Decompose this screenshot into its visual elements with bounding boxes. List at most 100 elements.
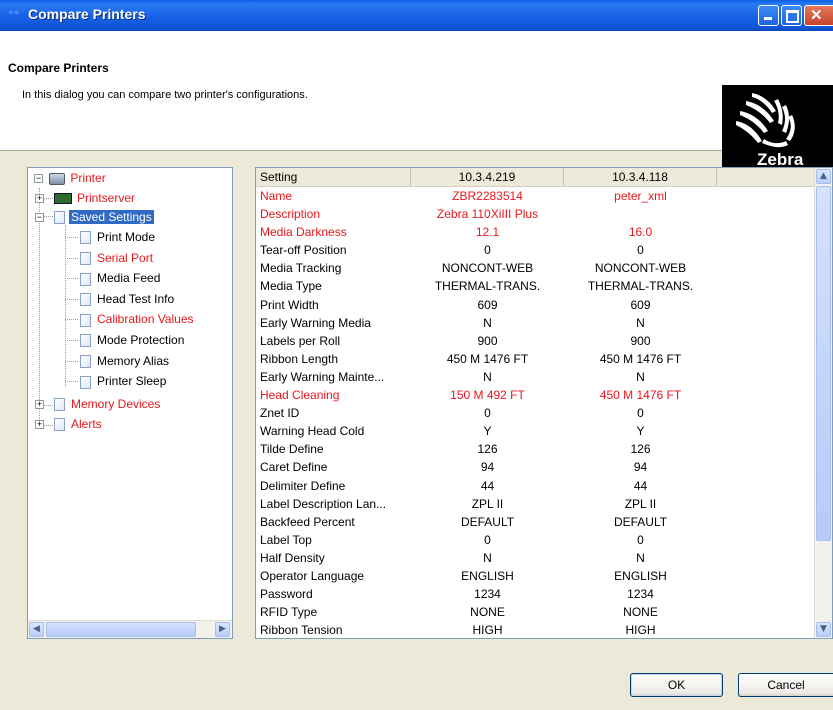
setting-name-cell: Media Type — [260, 279, 322, 294]
tree-item-child[interactable]: Mode Protection — [65, 331, 186, 349]
table-row[interactable]: Delimiter Define 44 44 — [256, 477, 816, 495]
maximize-button[interactable] — [781, 5, 802, 26]
document-icon — [80, 251, 91, 265]
table-row[interactable]: Head Cleaning 150 M 492 FT 450 M 1476 FT — [256, 386, 816, 404]
column-header-setting[interactable]: Setting — [256, 168, 411, 186]
table-row[interactable]: Tear-off Position 0 0 — [256, 241, 816, 259]
tree-item-child[interactable]: Memory Alias — [65, 352, 171, 370]
setting-name-cell: Media Darkness — [260, 225, 347, 240]
setting-name-cell: Early Warning Mainte... — [260, 369, 385, 384]
setting-name-cell: Tear-off Position — [260, 243, 347, 258]
expand-icon[interactable]: + — [35, 400, 44, 409]
table-row[interactable]: RFID Type NONE NONE — [256, 603, 816, 621]
document-icon — [54, 211, 65, 225]
printer-b-value-cell: HIGH — [625, 623, 656, 638]
table-row[interactable]: Znet ID 0 0 — [256, 404, 816, 422]
tree-item-child[interactable]: Media Feed — [65, 269, 162, 287]
tree-item-child[interactable]: Calibration Values — [65, 310, 196, 328]
expand-icon[interactable]: + — [35, 194, 44, 203]
table-row[interactable]: Labels per Roll 900 900 — [256, 332, 816, 350]
document-icon — [80, 231, 91, 245]
title-bar[interactable]: ◦◦ Compare Printers ✕ — [0, 0, 833, 31]
scroll-down-button[interactable]: ▼ — [816, 622, 831, 637]
column-header-printer-a[interactable]: 10.3.4.219 — [411, 168, 564, 186]
table-row[interactable]: Ribbon Tension HIGH HIGH — [256, 621, 816, 638]
table-row[interactable]: Half Density N N — [256, 549, 816, 567]
printer-b-value-cell: N — [636, 369, 645, 384]
table-row[interactable]: Backfeed Percent DEFAULT DEFAULT — [256, 513, 816, 531]
collapse-icon[interactable]: − — [34, 174, 43, 183]
tree-item-label: Mode Protection — [97, 333, 185, 347]
tree-item-printer[interactable]: − Printer — [32, 169, 108, 187]
printer-tree[interactable]: − Printer + Printserver − Saved Settings… — [27, 167, 233, 639]
printer-b-value-cell: 1234 — [627, 587, 654, 602]
printserver-icon — [54, 193, 72, 205]
tree-item-memory-devices[interactable]: + Memory Devices — [35, 395, 162, 413]
setting-name-cell: Early Warning Media — [260, 315, 371, 330]
scroll-up-button[interactable]: ▲ — [816, 169, 831, 184]
setting-name-cell: Warning Head Cold — [260, 424, 365, 439]
table-vertical-scrollbar[interactable]: ▲ ▼ — [814, 168, 832, 638]
tree-item-child[interactable]: Printer Sleep — [65, 372, 168, 390]
printer-a-value-cell: 94 — [480, 460, 495, 475]
setting-name-cell: Operator Language — [260, 568, 365, 583]
collapse-icon[interactable]: − — [35, 213, 44, 222]
tree-horizontal-scrollbar[interactable]: ◀ ▶ — [28, 620, 232, 638]
zebra-logo: Zebra — [722, 85, 833, 177]
setting-name-cell: Label Description Lan... — [260, 496, 387, 511]
setting-name-cell: Password — [260, 587, 313, 602]
column-header-empty — [717, 168, 816, 186]
tree-item-label: Media Feed — [97, 271, 161, 286]
table-row[interactable]: Operator Language ENGLISH ENGLISH — [256, 567, 816, 585]
table-row[interactable]: Early Warning Media N N — [256, 314, 816, 332]
table-row[interactable]: Tilde Define 126 126 — [256, 440, 816, 458]
printer-a-value-cell: ZBR2283514 — [452, 189, 523, 203]
printer-a-value-cell: N — [483, 550, 492, 565]
table-row[interactable]: Name ZBR2283514 peter_xml — [256, 187, 816, 205]
table-row[interactable]: Ribbon Length 450 M 1476 FT 450 M 1476 FT — [256, 350, 816, 368]
scroll-left-button[interactable]: ◀ — [29, 622, 44, 637]
printer-a-value-cell: NONCONT-WEB — [441, 261, 534, 276]
printer-a-value-cell: 0 — [484, 243, 491, 258]
setting-name-cell: Head Cleaning — [260, 388, 340, 403]
dialog-header: Compare Printers In this dialog you can … — [0, 31, 833, 177]
tree-item-printserver[interactable]: + Printserver — [35, 189, 137, 207]
printer-b-value-cell: DEFAULT — [613, 514, 668, 529]
table-row[interactable]: Early Warning Mainte... N N — [256, 368, 816, 386]
table-row[interactable]: Media Darkness 12.1 16.0 — [256, 223, 816, 241]
tree-item-saved-settings[interactable]: − Saved Settings — [35, 208, 154, 226]
printer-a-value-cell: 0 — [484, 532, 491, 547]
tree-item-child[interactable]: Serial Port — [65, 249, 155, 267]
cancel-button[interactable]: Cancel — [738, 673, 833, 697]
printer-a-value-cell: HIGH — [472, 623, 503, 638]
table-row[interactable]: Caret Define 94 94 — [256, 458, 816, 476]
expand-icon[interactable]: + — [35, 420, 44, 429]
table-row[interactable]: Media Type THERMAL-TRANS. THERMAL-TRANS. — [256, 277, 816, 295]
tree-item-alerts[interactable]: + Alerts — [35, 415, 104, 433]
printer-b-value-cell: 609 — [630, 297, 651, 312]
column-header-printer-b[interactable]: 10.3.4.118 — [564, 168, 717, 186]
printer-b-value-cell: 44 — [633, 478, 648, 493]
printer-a-value-cell: 900 — [477, 333, 498, 348]
table-row[interactable]: Password 1234 1234 — [256, 585, 816, 603]
table-row[interactable]: Print Width 609 609 — [256, 296, 816, 314]
tree-item-label: Memory Alias — [97, 353, 170, 368]
tree-item-child[interactable]: Print Mode — [65, 228, 157, 246]
table-row[interactable]: Warning Head Cold Y Y — [256, 422, 816, 440]
table-row[interactable]: Label Top 0 0 — [256, 531, 816, 549]
scroll-right-button[interactable]: ▶ — [215, 622, 230, 637]
table-row[interactable]: Label Description Lan... ZPL II ZPL II — [256, 495, 816, 513]
scroll-thumb[interactable] — [816, 186, 831, 541]
printer-a-value-cell: N — [483, 315, 492, 330]
printer-a-value-cell: 609 — [477, 297, 498, 312]
table-row[interactable]: Media Tracking NONCONT-WEB NONCONT-WEB — [256, 259, 816, 277]
scroll-thumb[interactable] — [46, 622, 196, 637]
printer-b-value-cell: NONE — [623, 605, 658, 620]
ok-button[interactable]: OK — [630, 673, 723, 697]
tree-item-child[interactable]: Head Test Info — [65, 290, 176, 308]
table-row[interactable]: Description Zebra 110XiIII Plus — [256, 205, 816, 223]
comparison-table[interactable]: Setting 10.3.4.219 10.3.4.118 Name ZBR228… — [255, 167, 833, 639]
dialog-description: In this dialog you can compare two print… — [22, 89, 308, 101]
close-button[interactable]: ✕ — [804, 5, 833, 26]
minimize-button[interactable] — [758, 5, 779, 26]
